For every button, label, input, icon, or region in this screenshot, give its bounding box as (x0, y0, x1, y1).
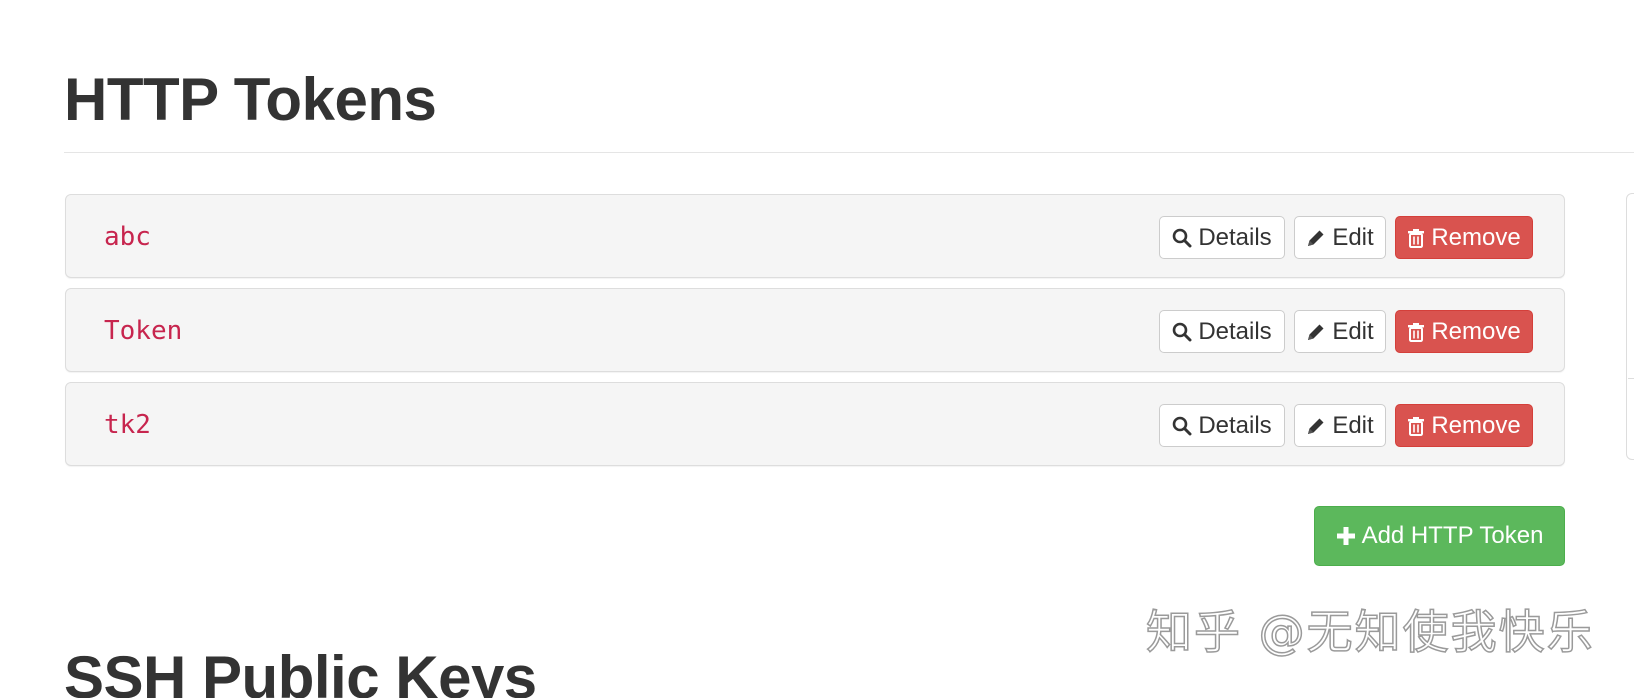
token-name: tk2 (104, 410, 151, 440)
token-name: Token (104, 316, 183, 346)
row-actions: Details Edit Remove (1159, 216, 1533, 259)
pencil-icon (1306, 322, 1326, 342)
search-icon (1172, 228, 1192, 248)
edit-label: Edit (1332, 317, 1374, 345)
remove-label: Remove (1431, 223, 1521, 251)
token-row: Token Details Edit Remove (65, 288, 1565, 372)
trash-icon (1407, 228, 1425, 248)
remove-button[interactable]: Remove (1395, 404, 1533, 447)
token-row: abc Details Edit Remove (65, 194, 1565, 278)
token-list: abc Details Edit Remove Token Details Ed… (65, 194, 1565, 476)
search-icon (1172, 322, 1192, 342)
remove-button[interactable]: Remove (1395, 310, 1533, 353)
page: HTTP Tokens abc Details Edit Remove Toke… (0, 0, 1634, 698)
add-http-token-label: Add HTTP Token (1361, 522, 1544, 549)
remove-button[interactable]: Remove (1395, 216, 1533, 259)
details-button[interactable]: Details (1159, 404, 1285, 447)
details-button[interactable]: Details (1159, 216, 1285, 259)
title-divider (64, 152, 1634, 153)
pencil-icon (1306, 416, 1326, 436)
details-label: Details (1198, 317, 1272, 345)
side-panel-divider (1628, 378, 1634, 379)
details-label: Details (1198, 411, 1272, 439)
row-actions: Details Edit Remove (1159, 310, 1533, 353)
page-title: HTTP Tokens (64, 66, 437, 133)
edit-button[interactable]: Edit (1294, 310, 1386, 353)
row-actions: Details Edit Remove (1159, 404, 1533, 447)
trash-icon (1407, 322, 1425, 342)
edit-label: Edit (1332, 411, 1374, 439)
edit-button[interactable]: Edit (1294, 216, 1386, 259)
token-name: abc (104, 222, 151, 252)
edit-label: Edit (1332, 223, 1374, 251)
side-panel-edge (1626, 193, 1634, 460)
edit-button[interactable]: Edit (1294, 404, 1386, 447)
pencil-icon (1306, 228, 1326, 248)
remove-label: Remove (1431, 317, 1521, 345)
search-icon (1172, 416, 1192, 436)
section-title-ssh: SSH Public Keys (64, 644, 537, 698)
watermark: 知乎 @无知使我快乐 (1145, 604, 1595, 660)
details-button[interactable]: Details (1159, 310, 1285, 353)
details-label: Details (1198, 223, 1272, 251)
token-row: tk2 Details Edit Remove (65, 382, 1565, 466)
plus-icon (1336, 526, 1356, 546)
remove-label: Remove (1431, 411, 1521, 439)
add-http-token-button[interactable]: Add HTTP Token (1314, 506, 1565, 566)
trash-icon (1407, 416, 1425, 436)
